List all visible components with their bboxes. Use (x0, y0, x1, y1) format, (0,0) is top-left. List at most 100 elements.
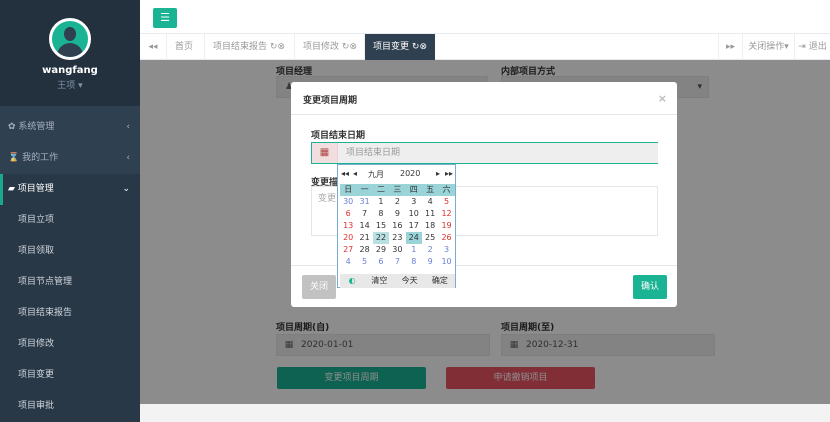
day-cell[interactable]: 6 (340, 208, 356, 220)
tab-home[interactable]: 首页 (166, 34, 201, 60)
close-icon[interactable]: ⊗ (419, 42, 427, 52)
profile: wangfang 王项 ▾ (0, 0, 140, 106)
scroll-left-button[interactable]: ◂◂ (140, 34, 166, 60)
day-cell[interactable]: 5 (438, 196, 454, 208)
user-role-dropdown[interactable]: 王项 ▾ (0, 78, 140, 91)
submenu-item[interactable]: 项目节点管理 (0, 267, 140, 298)
close-icon[interactable]: × (658, 92, 667, 105)
clear-button[interactable]: 清空 (364, 274, 394, 288)
day-cell[interactable]: 1 (406, 244, 422, 256)
date-picker: ◂◂ ◂ 九月 2020 ▸ ▸▸ 日 一 二 三 四 五 六 30 31 1 … (337, 164, 456, 288)
day-cell[interactable]: 4 (340, 256, 356, 268)
day-cell[interactable]: 5 (356, 256, 372, 268)
day-cell[interactable]: 14 (356, 220, 372, 232)
week-row: 27 28 29 30 1 2 3 (340, 244, 455, 256)
logout-button[interactable]: ⇥ 退出 (794, 34, 830, 60)
day-cell[interactable]: 25 (422, 232, 438, 244)
tab-change[interactable]: 项目变更 ↻⊗ (364, 34, 435, 60)
calendar-grid: 日 一 二 三 四 五 六 30 31 1 2 3 4 5 6 7 8 9 10… (340, 184, 455, 268)
day-cell[interactable]: 2 (422, 244, 438, 256)
day-cell[interactable]: 17 (406, 220, 422, 232)
today-button[interactable]: 今天 (394, 274, 424, 288)
day-cell[interactable]: 20 (340, 232, 356, 244)
day-cell[interactable]: 2 (389, 196, 405, 208)
day-cell[interactable]: 9 (422, 256, 438, 268)
close-ops-dropdown[interactable]: 关闭操作▾ (742, 34, 794, 60)
menu-my-work[interactable]: ⌛ 我的工作 ‹ (0, 143, 140, 174)
day-cell[interactable]: 10 (438, 256, 454, 268)
avatar[interactable] (49, 18, 91, 60)
day-cell[interactable]: 9 (389, 208, 405, 220)
day-cell[interactable]: 3 (406, 196, 422, 208)
end-date-input[interactable]: 项目结束日期 (338, 143, 658, 163)
menu-system[interactable]: ✿ 系统管理 ‹ (0, 112, 140, 143)
chevron-left-icon: ‹ (126, 153, 130, 163)
end-date-label: 项目结束日期 (311, 131, 366, 141)
weekday: 五 (421, 184, 439, 196)
day-cell-today[interactable]: 24 (405, 232, 422, 244)
tab-modify[interactable]: 项目修改 ↻⊗ (294, 34, 365, 60)
day-cell[interactable]: 26 (438, 232, 454, 244)
day-cell[interactable]: 15 (373, 220, 389, 232)
tab-bar: ◂◂ 首页 项目结束报告 ↻⊗ 项目修改 ↻⊗ 项目变更 ↻⊗ ▸▸ 关闭操作▾… (140, 34, 830, 60)
day-cell[interactable]: 11 (422, 208, 438, 220)
year-select[interactable]: 2020 (400, 169, 420, 178)
modal-close-button[interactable]: 关闭 (302, 275, 336, 299)
day-cell[interactable]: 8 (373, 208, 389, 220)
chevron-left-icon: ‹ (126, 122, 130, 132)
close-icon[interactable]: ⊗ (277, 42, 285, 52)
submenu-item[interactable]: 项目立项 (0, 205, 140, 236)
modal-confirm-button[interactable]: 确认 (633, 275, 667, 299)
logout-icon: ⇥ (798, 42, 806, 52)
weekday: 一 (356, 184, 373, 196)
weekday: 四 (405, 184, 422, 196)
menu-project[interactable]: ▰ 项目管理 ⌄ (0, 174, 140, 205)
submenu-item[interactable]: 项目变更 (0, 360, 140, 391)
day-cell[interactable]: 1 (373, 196, 389, 208)
day-cell[interactable]: 7 (389, 256, 405, 268)
scroll-right-button[interactable]: ▸▸ (718, 34, 742, 60)
topbar: ☰ (140, 0, 830, 34)
week-row: 6 7 8 9 10 11 12 (340, 208, 455, 220)
prev-year-icon[interactable]: ◂◂ (341, 169, 349, 178)
day-cell-selected[interactable]: 22 (372, 232, 390, 244)
day-cell[interactable]: 10 (406, 208, 422, 220)
day-cell[interactable]: 18 (422, 220, 438, 232)
submenu-item[interactable]: 项目领取 (0, 236, 140, 267)
ok-button[interactable]: 确定 (425, 274, 455, 288)
date-picker-nav: ◂◂ ◂ 九月 2020 ▸ ▸▸ (338, 165, 455, 183)
day-cell[interactable]: 30 (340, 196, 356, 208)
month-select[interactable]: 九月 (368, 169, 384, 180)
day-cell[interactable]: 12 (438, 208, 454, 220)
time-toggle-icon[interactable]: ◐ (340, 274, 364, 288)
next-month-icon[interactable]: ▸ (436, 169, 440, 178)
day-cell[interactable]: 30 (389, 244, 405, 256)
end-date-field[interactable]: ▦ 项目结束日期 (311, 142, 658, 164)
day-cell[interactable]: 19 (438, 220, 454, 232)
day-cell[interactable]: 13 (340, 220, 356, 232)
day-cell[interactable]: 23 (389, 232, 405, 244)
tab-end-report[interactable]: 项目结束报告 ↻⊗ (204, 34, 293, 60)
day-cell[interactable]: 27 (340, 244, 356, 256)
submenu-item[interactable]: 项目结束报告 (0, 298, 140, 329)
day-cell[interactable]: 21 (356, 232, 372, 244)
day-cell[interactable]: 8 (406, 256, 422, 268)
day-cell[interactable]: 31 (356, 196, 372, 208)
user-name: wangfang (42, 65, 98, 76)
day-cell[interactable]: 4 (422, 196, 438, 208)
day-cell[interactable]: 28 (356, 244, 372, 256)
weekday: 二 (372, 184, 390, 196)
day-cell[interactable]: 16 (389, 220, 405, 232)
next-year-icon[interactable]: ▸▸ (445, 169, 453, 178)
close-icon[interactable]: ⊗ (349, 42, 357, 52)
prev-month-icon[interactable]: ◂ (353, 169, 357, 178)
weekday: 六 (438, 184, 455, 196)
day-cell[interactable]: 6 (373, 256, 389, 268)
submenu-item[interactable]: 项目修改 (0, 329, 140, 360)
day-cell[interactable]: 3 (438, 244, 454, 256)
modal-title: 变更项目周期 (303, 96, 358, 106)
menu-toggle-button[interactable]: ☰ (153, 8, 177, 28)
submenu-item[interactable]: 项目审批 (0, 391, 140, 422)
day-cell[interactable]: 29 (373, 244, 389, 256)
day-cell[interactable]: 7 (356, 208, 372, 220)
